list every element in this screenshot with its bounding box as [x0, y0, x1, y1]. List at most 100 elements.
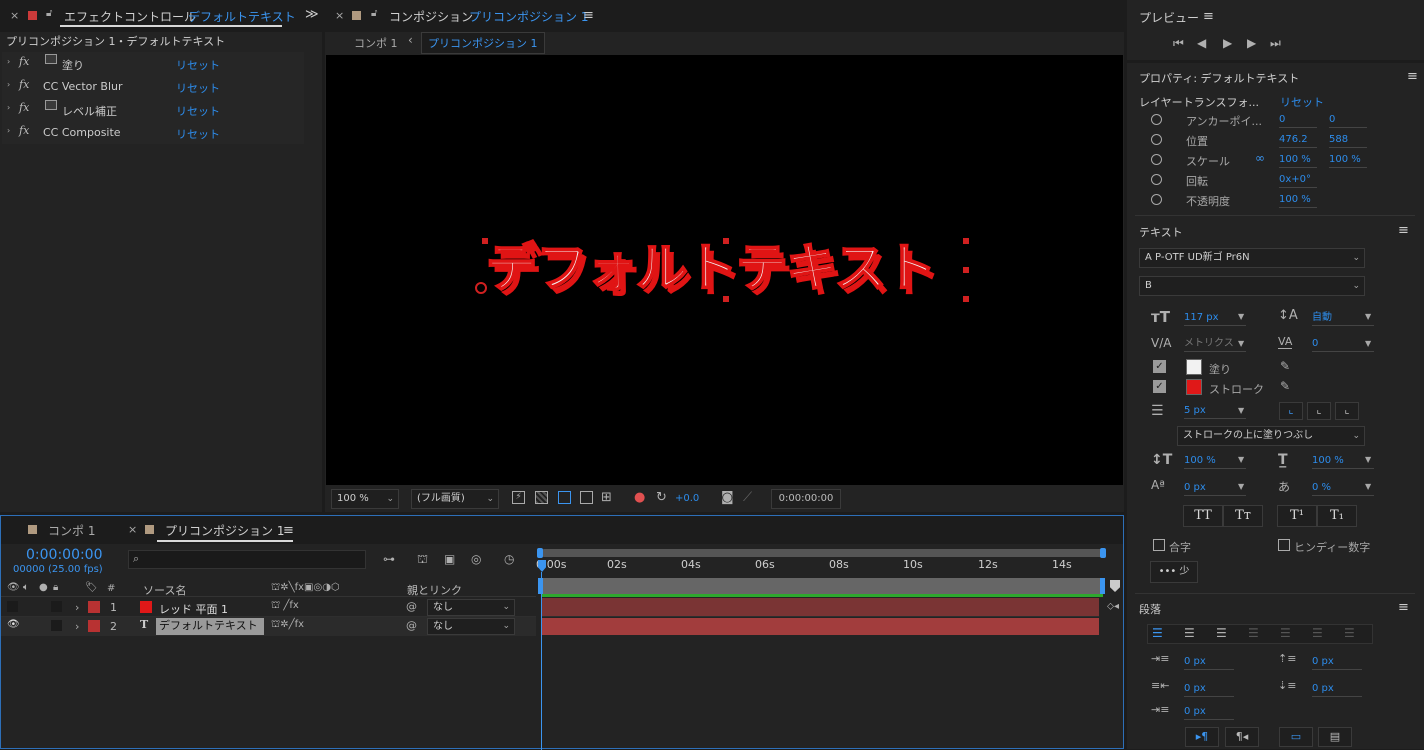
chevron-right-icon[interactable]: › [7, 57, 10, 66]
breadcrumb-precomp[interactable]: プリコンポジション 1 [421, 32, 545, 54]
stroke-mode-dropdown[interactable]: ストロークの上に塗りつぶし ⌄ [1177, 426, 1365, 446]
stroke-checkbox[interactable]: ✓ [1153, 380, 1166, 393]
tab-precomp-1[interactable]: プリコンポジション 1 [165, 522, 284, 539]
ltr-direction-button[interactable]: ▸¶ [1185, 727, 1219, 747]
last-frame-icon[interactable]: ⏭︎ [1270, 36, 1281, 51]
layer-search-input[interactable]: ⌕ [128, 550, 366, 569]
mask-visibility-icon[interactable] [558, 491, 571, 504]
bbox-handle[interactable] [723, 238, 729, 244]
chevron-down-icon[interactable]: ▼ [1365, 482, 1371, 491]
chevron-right-icon[interactable]: › [7, 126, 10, 135]
zoom-dropdown[interactable]: 100 % ⌄ [331, 489, 399, 509]
layer-name[interactable]: デフォルトテキスト [156, 618, 264, 635]
justify-right-icon[interactable]: ☰ [1312, 626, 1323, 640]
bevel-join-button[interactable]: ⌞ [1335, 402, 1359, 420]
space-after-value[interactable]: 0 px [1312, 681, 1362, 697]
stopwatch-icon[interactable] [1151, 174, 1162, 185]
layer-row[interactable]: › 1 レッド 平面 1 ⛫ ╱fx @ なし ⌄ [1, 598, 536, 617]
rotation-value[interactable]: 0x+0° [1279, 172, 1317, 188]
color-management-icon[interactable]: ↻ [656, 490, 667, 505]
region-of-interest-icon[interactable]: ⊞ [601, 490, 612, 505]
lock-icon[interactable]: 🔒︎ [53, 582, 58, 593]
draft-3d-icon[interactable]: ⛫ [417, 552, 428, 568]
small-caps-button[interactable]: Tт [1223, 505, 1263, 527]
position-y-value[interactable]: 588 [1329, 132, 1367, 148]
pickwhip-icon[interactable]: @ [406, 600, 417, 613]
panel-menu-icon[interactable]: ≡ [1398, 600, 1409, 615]
visibility-toggle[interactable] [7, 601, 18, 612]
constrain-link-icon[interactable]: ∞ [1255, 151, 1265, 165]
motion-blur-icon[interactable]: ◷ [504, 552, 514, 566]
canvas-text-layer[interactable]: デフォルトテキスト デフォルトテキスト [475, 238, 969, 305]
keyframe-nav-icon[interactable]: ⬦◂ [1107, 601, 1119, 612]
work-area-end[interactable] [1100, 578, 1105, 594]
lock-toggle[interactable] [51, 620, 62, 631]
column-source-name[interactable]: ソース名 [143, 582, 186, 598]
timeline-timecode[interactable]: 0:00:00:00 [26, 547, 103, 563]
indent-right-value[interactable]: 0 px [1184, 681, 1234, 697]
chevron-right-icon[interactable]: › [7, 103, 10, 112]
panel-menu-icon[interactable]: ≡ [583, 8, 594, 23]
effect-row[interactable]: › fx 塗り リセット [2, 52, 304, 75]
effect-row[interactable]: › fx レベル補正 リセット [2, 98, 304, 121]
stopwatch-icon[interactable] [1151, 194, 1162, 205]
rtl-direction-button[interactable]: ¶◂ [1225, 727, 1259, 747]
baseline-shift-value[interactable]: 0 px [1184, 480, 1246, 496]
effect-reset-link[interactable]: リセット [176, 126, 220, 142]
kerning-value[interactable]: メトリクス [1184, 336, 1246, 352]
show-snapshot-icon[interactable]: ⟋ [743, 490, 752, 505]
close-icon[interactable]: × [10, 9, 19, 22]
layer-switches[interactable]: ⛫✲╱fx [271, 619, 304, 632]
fx-icon[interactable]: fx [19, 55, 29, 68]
hindi-digits-checkbox[interactable] [1278, 539, 1290, 551]
eyedropper-icon[interactable]: ✎ [1280, 359, 1290, 373]
chevron-down-icon[interactable]: ▼ [1238, 482, 1244, 491]
horizontal-text-button[interactable]: ▭ [1279, 727, 1313, 747]
stopwatch-icon[interactable] [1151, 134, 1162, 145]
chevron-right-icon[interactable]: › [75, 620, 79, 633]
shy-layers-icon[interactable]: ▣ [444, 552, 455, 566]
comp-panel-title[interactable]: コンポジション [389, 8, 473, 25]
position-x-value[interactable]: 476.2 [1279, 132, 1317, 148]
opacity-value[interactable]: 100 % [1279, 192, 1317, 208]
channel-rgb-icon[interactable]: ● [634, 490, 645, 505]
anchor-x-value[interactable]: 0 [1279, 112, 1317, 128]
stopwatch-icon[interactable] [1151, 114, 1162, 125]
breadcrumb-comp-1[interactable]: コンポ 1 [354, 35, 398, 51]
work-area-bar[interactable] [541, 578, 1103, 594]
prev-frame-icon[interactable]: ◀︎ [1197, 36, 1206, 50]
anchor-y-value[interactable]: 0 [1329, 112, 1367, 128]
vertical-text-button[interactable]: ▤ [1318, 727, 1352, 747]
eyedropper-icon[interactable]: ✎ [1280, 379, 1290, 393]
effect-panel-title[interactable]: エフェクトコントロール [64, 8, 196, 25]
solo-icon[interactable]: ● [39, 582, 48, 593]
preview-title[interactable]: プレビュー [1139, 9, 1199, 26]
transform-reset-link[interactable]: リセット [1280, 94, 1324, 110]
first-line-indent-value[interactable]: 0 px [1184, 704, 1234, 720]
playhead-line[interactable] [541, 572, 542, 750]
chevron-right-icon[interactable]: › [7, 80, 10, 89]
bbox-handle[interactable] [963, 267, 969, 273]
subscript-button[interactable]: T₁ [1317, 505, 1357, 527]
layer-bar[interactable] [541, 618, 1099, 635]
scale-y-value[interactable]: 100 % [1329, 152, 1367, 168]
fx-icon[interactable]: fx [19, 78, 29, 91]
align-right-icon[interactable]: ☰ [1216, 626, 1227, 640]
eye-icon[interactable]: 👁︎ [7, 582, 20, 593]
layer-name[interactable]: レッド 平面 1 [159, 601, 228, 617]
justify-center-icon[interactable]: ☰ [1280, 626, 1291, 640]
layer-label-color[interactable] [88, 620, 100, 632]
align-left-icon[interactable]: ☰ [1152, 626, 1163, 640]
comp-timecode-field[interactable]: 0:00:00:00 [771, 489, 841, 509]
scale-x-value[interactable]: 100 % [1279, 152, 1317, 168]
close-icon[interactable]: × [128, 523, 137, 536]
label-tag-icon[interactable]: 🏷︎ [85, 582, 98, 593]
align-center-icon[interactable]: ☰ [1184, 626, 1195, 640]
snapshot-icon[interactable]: ◙ [721, 490, 734, 505]
bbox-handle[interactable] [963, 238, 969, 244]
miter-join-button[interactable]: ⌞ [1279, 402, 1303, 420]
effect-row[interactable]: › fx CC Composite リセット [2, 121, 304, 144]
parent-dropdown[interactable]: なし ⌄ [427, 599, 515, 616]
layer-label-color[interactable] [88, 601, 100, 613]
lock-icon[interactable]: 🔓︎ [46, 8, 52, 19]
